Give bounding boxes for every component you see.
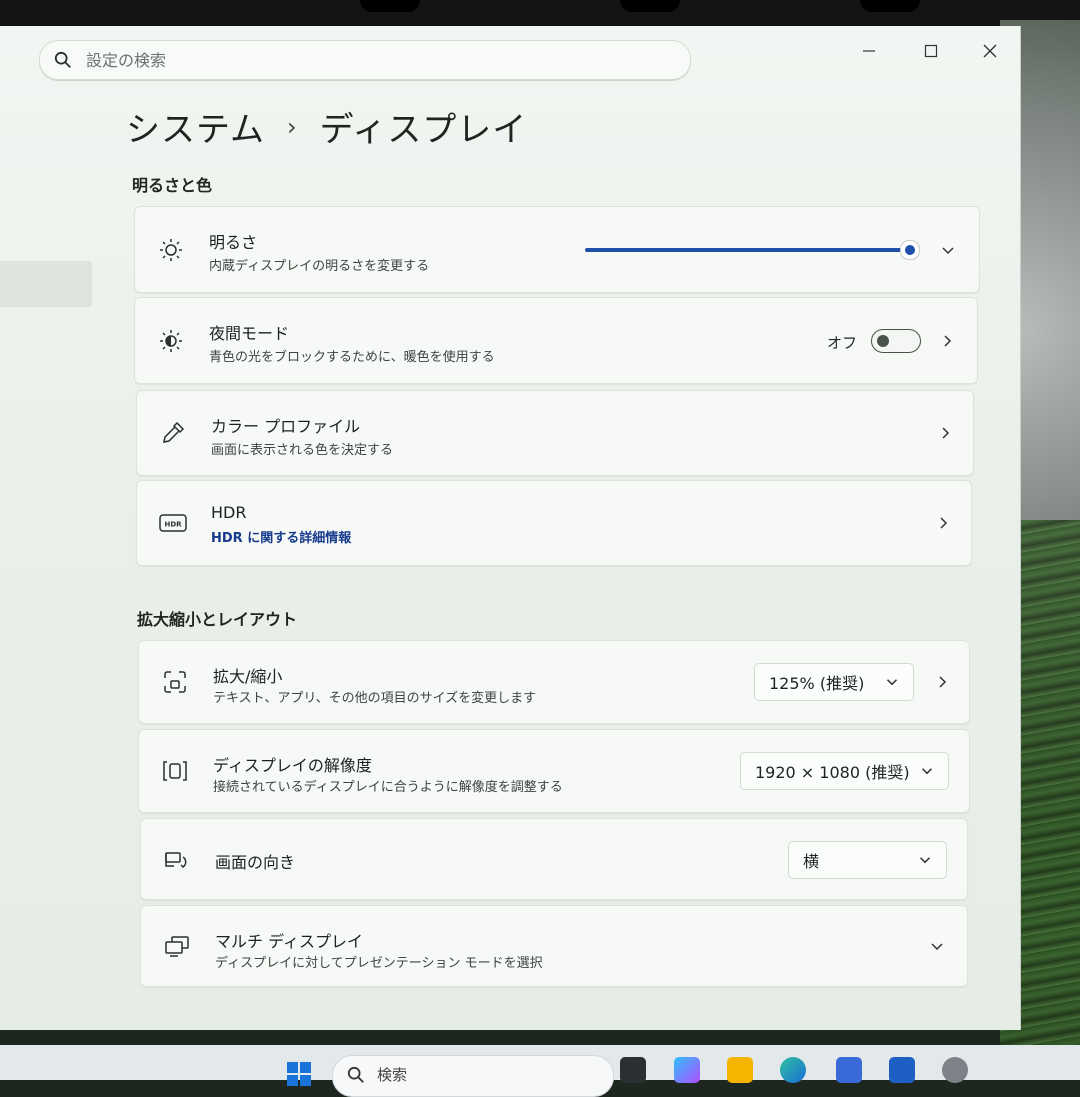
- resolution-icon: [161, 757, 189, 785]
- brightness-slider-track[interactable]: [585, 248, 911, 252]
- eyedropper-icon: [159, 419, 187, 447]
- night-mode-title: 夜間モード: [209, 324, 290, 343]
- hdr-icon: HDR: [159, 509, 187, 537]
- file-explorer-icon[interactable]: [727, 1057, 753, 1083]
- orientation-icon: [163, 845, 191, 873]
- app-icon[interactable]: [889, 1057, 915, 1083]
- close-icon: [983, 44, 997, 58]
- settings-search-box[interactable]: [39, 40, 691, 80]
- scale-dropdown[interactable]: 125% (推奨): [754, 663, 914, 701]
- multi-display-card[interactable]: マルチ ディスプレイ ディスプレイに対してプレゼンテーション モードを選択: [140, 905, 968, 987]
- multi-display-icon: [163, 932, 191, 960]
- orientation-dropdown[interactable]: 横: [788, 841, 947, 879]
- brightness-title: 明るさ: [209, 233, 258, 252]
- search-icon: [347, 1066, 364, 1083]
- search-input[interactable]: [84, 49, 648, 71]
- chevron-right-icon[interactable]: [933, 513, 953, 533]
- brightness-desc: 内蔵ディスプレイの明るさを変更する: [209, 259, 430, 274]
- brightness-card[interactable]: 明るさ 内蔵ディスプレイの明るさを変更する: [134, 206, 980, 293]
- orientation-card[interactable]: 画面の向き 横: [140, 818, 968, 900]
- multi-display-title: マルチ ディスプレイ: [215, 932, 363, 951]
- minimize-icon: [863, 50, 875, 52]
- settings-window: システム › ディスプレイ 明るさと色 明るさ 内蔵ディスプレイの明るさを変更す…: [0, 26, 1021, 1030]
- settings-gear-icon[interactable]: [942, 1057, 968, 1083]
- minimize-button[interactable]: [849, 36, 889, 66]
- taskbar-search[interactable]: 検索: [332, 1055, 614, 1097]
- task-view-icon[interactable]: [620, 1057, 646, 1083]
- night-light-icon: [157, 327, 185, 355]
- chevron-right-icon[interactable]: [935, 423, 955, 443]
- night-mode-toggle[interactable]: [871, 329, 921, 353]
- svg-text:HDR: HDR: [164, 521, 182, 529]
- orientation-title: 画面の向き: [215, 853, 296, 872]
- hdr-title: HDR: [211, 503, 247, 522]
- scale-icon: [161, 668, 189, 696]
- chevron-down-icon: [921, 768, 933, 775]
- section-title-scale-layout: 拡大縮小とレイアウト: [137, 610, 298, 629]
- taskbar-search-label: 検索: [377, 1066, 408, 1084]
- night-mode-desc: 青色の光をブロックするために、暖色を使用する: [209, 350, 495, 365]
- color-profile-card[interactable]: カラー プロファイル 画面に表示される色を決定する: [136, 390, 974, 476]
- breadcrumb: システム › ディスプレイ: [126, 102, 527, 151]
- page-title: ディスプレイ: [319, 110, 528, 150]
- color-profile-title: カラー プロファイル: [211, 417, 361, 436]
- bezel-bump: [620, 0, 680, 12]
- resolution-desc: 接続されているディスプレイに合うように解像度を調整する: [213, 780, 563, 795]
- chevron-down-icon: [886, 679, 898, 686]
- chevron-down-icon[interactable]: [938, 240, 958, 260]
- taskbar: 検索: [0, 1045, 1080, 1097]
- hdr-card[interactable]: HDR HDR HDR に関する詳細情報: [136, 480, 972, 566]
- sidebar-selected-item[interactable]: [0, 261, 92, 307]
- sun-icon: [157, 236, 185, 264]
- screen-bezel: [0, 0, 1080, 28]
- night-mode-card[interactable]: 夜間モード 青色の光をブロックするために、暖色を使用する オフ: [134, 297, 978, 384]
- scale-title: 拡大/縮小: [213, 667, 283, 686]
- scale-dropdown-value: 125% (推奨): [769, 674, 865, 693]
- resolution-dropdown[interactable]: 1920 × 1080 (推奨): [740, 752, 949, 790]
- resolution-card[interactable]: ディスプレイの解像度 接続されているディスプレイに合うように解像度を調整する 1…: [138, 729, 970, 813]
- chevron-right-icon[interactable]: [937, 331, 957, 351]
- close-button[interactable]: [970, 36, 1010, 66]
- scale-desc: テキスト、アプリ、その他の項目のサイズを変更します: [213, 691, 537, 706]
- edge-icon[interactable]: [780, 1057, 806, 1083]
- bezel-bump: [860, 0, 920, 12]
- maximize-button[interactable]: [911, 36, 951, 66]
- chevron-down-icon: [919, 857, 931, 864]
- maximize-icon: [924, 44, 938, 58]
- resolution-title: ディスプレイの解像度: [213, 756, 372, 775]
- hdr-learn-more-link[interactable]: HDR に関する詳細情報: [211, 527, 351, 546]
- windows-start-icon[interactable]: [286, 1061, 312, 1087]
- breadcrumb-parent[interactable]: システム: [126, 102, 265, 151]
- night-mode-state-label: オフ: [827, 334, 858, 352]
- color-profile-desc: 画面に表示される色を決定する: [211, 443, 394, 458]
- search-icon: [54, 51, 71, 68]
- resolution-dropdown-value: 1920 × 1080 (推奨): [755, 763, 910, 782]
- multi-display-desc: ディスプレイに対してプレゼンテーション モードを選択: [215, 956, 543, 971]
- scale-card[interactable]: 拡大/縮小 テキスト、アプリ、その他の項目のサイズを変更します 125% (推奨…: [138, 640, 970, 724]
- section-title-brightness-color: 明るさと色: [132, 176, 213, 195]
- breadcrumb-separator: ›: [286, 112, 298, 141]
- chevron-down-icon[interactable]: [927, 936, 947, 956]
- bezel-bump: [360, 0, 420, 12]
- brightness-slider-thumb[interactable]: [900, 240, 920, 260]
- orientation-dropdown-value: 横: [803, 852, 820, 871]
- copilot-icon[interactable]: [674, 1057, 700, 1083]
- store-icon[interactable]: [836, 1057, 862, 1083]
- chevron-right-icon[interactable]: [932, 672, 952, 692]
